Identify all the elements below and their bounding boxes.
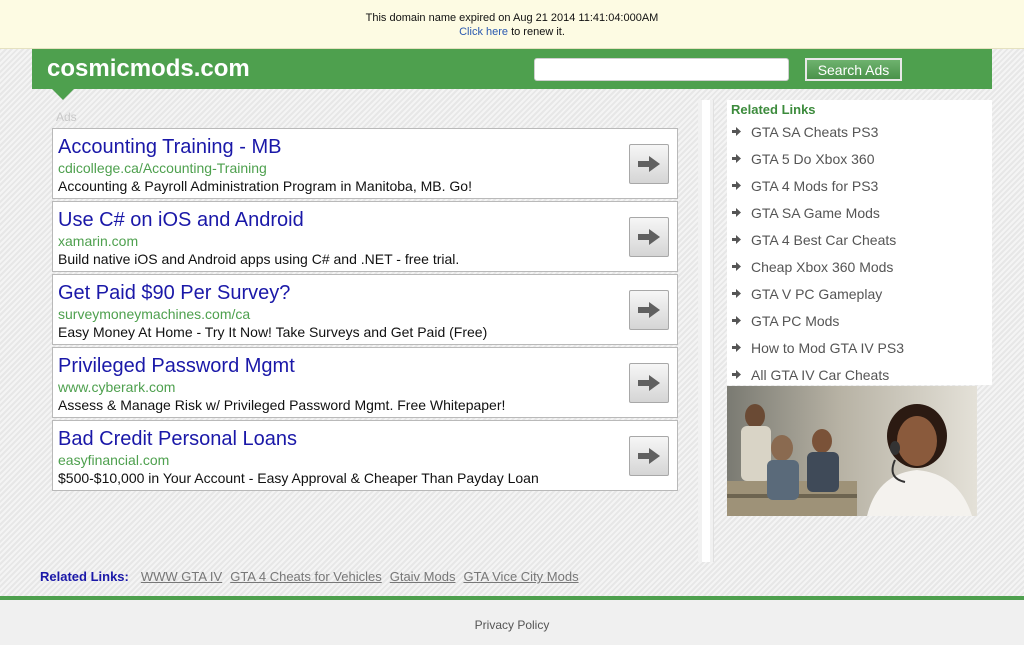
header-notch: [52, 89, 74, 100]
arrow-right-icon: [638, 302, 660, 318]
ad-title[interactable]: Use C# on iOS and Android: [58, 209, 304, 232]
bullet-arrow-icon: [727, 316, 751, 325]
ad-arrow-button[interactable]: [629, 436, 669, 476]
renew-suffix: to renew it.: [508, 26, 565, 38]
search-input[interactable]: [534, 58, 789, 81]
related-link-label[interactable]: GTA SA Game Mods: [751, 205, 880, 221]
arrow-right-icon: [638, 156, 660, 172]
related-link-label[interactable]: GTA 5 Do Xbox 360: [751, 151, 874, 167]
related-link-item[interactable]: GTA 5 Do Xbox 360: [727, 145, 992, 172]
related-links-list: GTA SA Cheats PS3 GTA 5 Do Xbox 360 GTA …: [727, 118, 992, 388]
related-link-label[interactable]: GTA 4 Best Car Cheats: [751, 232, 896, 248]
search-ads-button[interactable]: Search Ads: [805, 58, 902, 81]
related-link-label[interactable]: All GTA IV Car Cheats: [751, 367, 889, 383]
column-divider: [698, 100, 714, 562]
ad-title[interactable]: Accounting Training - MB: [58, 136, 281, 159]
bullet-arrow-icon: [727, 343, 751, 352]
related-link-label[interactable]: GTA 4 Mods for PS3: [751, 178, 878, 194]
ad-item[interactable]: Accounting Training - MB cdicollege.ca/A…: [52, 128, 678, 199]
bottom-related-label: Related Links:: [40, 569, 129, 584]
arrow-right-icon: [638, 229, 660, 245]
ad-item[interactable]: Privileged Password Mgmt www.cyberark.co…: [52, 347, 678, 418]
bullet-arrow-icon: [727, 154, 751, 163]
bullet-arrow-icon: [727, 235, 751, 244]
related-link-item[interactable]: GTA 4 Mods for PS3: [727, 172, 992, 199]
ad-description: Accounting & Payroll Administration Prog…: [58, 178, 472, 194]
related-link-item[interactable]: GTA 4 Best Car Cheats: [727, 226, 992, 253]
related-link-item[interactable]: Cheap Xbox 360 Mods: [727, 253, 992, 280]
ad-title[interactable]: Privileged Password Mgmt: [58, 355, 295, 378]
ads-label: Ads: [56, 110, 77, 124]
related-link-label[interactable]: How to Mod GTA IV PS3: [751, 340, 904, 356]
ad-arrow-button[interactable]: [629, 363, 669, 403]
ad-item[interactable]: Use C# on iOS and Android xamarin.com Bu…: [52, 201, 678, 272]
related-links-title: Related Links: [731, 102, 816, 117]
bullet-arrow-icon: [727, 181, 751, 190]
bottom-link[interactable]: GTA Vice City Mods: [463, 569, 578, 584]
related-link-label[interactable]: GTA SA Cheats PS3: [751, 124, 878, 140]
ad-url[interactable]: xamarin.com: [58, 233, 138, 249]
arrow-right-icon: [638, 375, 660, 391]
ad-title[interactable]: Get Paid $90 Per Survey?: [58, 282, 290, 305]
ad-url[interactable]: cdicollege.ca/Accounting-Training: [58, 160, 267, 176]
footer: Privacy Policy: [0, 600, 1024, 645]
ad-url[interactable]: surveymoneymachines.com/ca: [58, 306, 250, 322]
ad-url[interactable]: www.cyberark.com: [58, 379, 175, 395]
ad-description: Build native iOS and Android apps using …: [58, 251, 460, 267]
related-links-panel: Related Links GTA SA Cheats PS3 GTA 5 Do…: [727, 100, 992, 385]
bullet-arrow-icon: [727, 127, 751, 136]
bottom-link[interactable]: Gtaiv Mods: [390, 569, 456, 584]
bullet-arrow-icon: [727, 262, 751, 271]
bullet-arrow-icon: [727, 370, 751, 379]
related-link-item[interactable]: How to Mod GTA IV PS3: [727, 334, 992, 361]
ad-arrow-button[interactable]: [629, 144, 669, 184]
ad-description: Assess & Manage Risk w/ Privileged Passw…: [58, 397, 506, 413]
related-link-item[interactable]: GTA SA Game Mods: [727, 199, 992, 226]
related-link-label[interactable]: GTA V PC Gameplay: [751, 286, 882, 302]
expiry-text: This domain name expired on Aug 21 2014 …: [365, 12, 659, 24]
bottom-link[interactable]: GTA 4 Cheats for Vehicles: [230, 569, 382, 584]
ad-item[interactable]: Get Paid $90 Per Survey? surveymoneymach…: [52, 274, 678, 345]
column-divider-inner: [702, 100, 710, 562]
related-link-item[interactable]: All GTA IV Car Cheats: [727, 361, 992, 388]
ad-description: Easy Money At Home - Try It Now! Take Su…: [58, 324, 488, 340]
related-link-label[interactable]: GTA PC Mods: [751, 313, 839, 329]
bottom-related-links: Related Links: WWW GTA IV GTA 4 Cheats f…: [40, 569, 587, 584]
site-header: cosmicmods.com Search Ads: [32, 49, 992, 89]
privacy-policy-link[interactable]: Privacy Policy: [0, 618, 1024, 632]
related-link-item[interactable]: GTA V PC Gameplay: [727, 280, 992, 307]
ad-arrow-button[interactable]: [629, 217, 669, 257]
renew-line: Click here to renew it.: [0, 25, 1024, 39]
renew-link[interactable]: Click here: [459, 26, 508, 38]
expiry-notice: This domain name expired on Aug 21 2014 …: [0, 0, 1024, 49]
bullet-arrow-icon: [727, 289, 751, 298]
ad-url[interactable]: easyfinancial.com: [58, 452, 169, 468]
arrow-right-icon: [638, 448, 660, 464]
support-agent-photo: [727, 386, 977, 516]
ad-title[interactable]: Bad Credit Personal Loans: [58, 428, 297, 451]
ad-description: $500-$10,000 in Your Account - Easy Appr…: [58, 470, 539, 486]
related-link-item[interactable]: GTA SA Cheats PS3: [727, 118, 992, 145]
ad-item[interactable]: Bad Credit Personal Loans easyfinancial.…: [52, 420, 678, 491]
bullet-arrow-icon: [727, 208, 751, 217]
bottom-link[interactable]: WWW GTA IV: [141, 569, 222, 584]
related-link-label[interactable]: Cheap Xbox 360 Mods: [751, 259, 893, 275]
ad-arrow-button[interactable]: [629, 290, 669, 330]
related-link-item[interactable]: GTA PC Mods: [727, 307, 992, 334]
site-name[interactable]: cosmicmods.com: [47, 55, 250, 83]
